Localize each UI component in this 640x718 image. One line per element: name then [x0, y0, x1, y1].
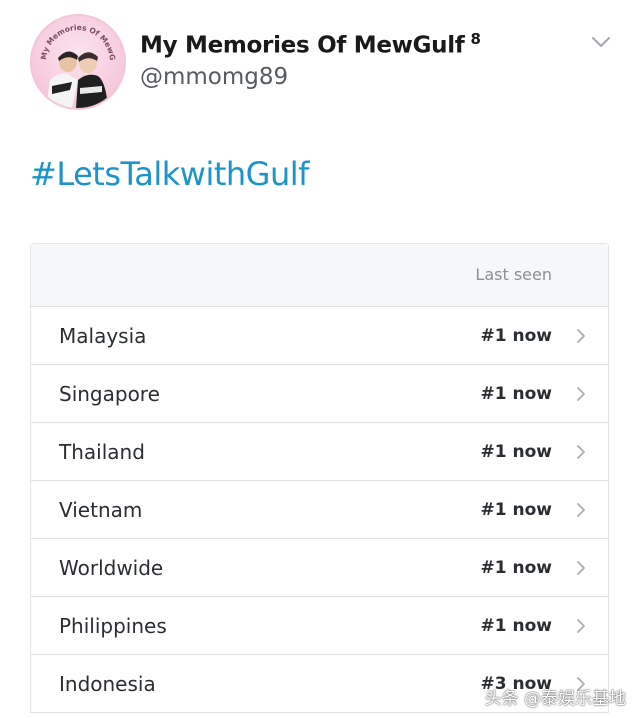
trend-row-vietnam[interactable]: Vietnam #1 now — [31, 481, 608, 539]
trend-country: Thailand — [59, 440, 145, 464]
trend-country: Indonesia — [59, 672, 156, 696]
trend-country: Vietnam — [59, 498, 143, 522]
trend-country: Singapore — [59, 382, 160, 406]
chevron-right-icon — [577, 329, 585, 343]
trend-rank: #1 now — [480, 384, 552, 404]
display-name-text: My Memories Of MewGulf — [140, 32, 465, 59]
chevron-right-icon — [577, 561, 585, 575]
last-seen-label: Last seen — [475, 265, 552, 284]
avatar[interactable]: My Memories Of MewGulf — [30, 14, 126, 110]
chevron-right-icon — [577, 619, 585, 633]
trend-country: Philippines — [59, 614, 167, 638]
trend-country: Worldwide — [59, 556, 164, 580]
trend-rank: #1 now — [480, 500, 552, 520]
trend-row-malaysia[interactable]: Malaysia #1 now — [31, 307, 608, 365]
display-name[interactable]: My Memories Of MewGulf 8 — [140, 30, 481, 59]
trend-row-philippines[interactable]: Philippines #1 now — [31, 597, 608, 655]
name-badge: 8 — [470, 30, 481, 48]
trends-card-header: Last seen — [31, 244, 608, 307]
trend-row-thailand[interactable]: Thailand #1 now — [31, 423, 608, 481]
watermark: 头条 @泰娱乐基地 — [484, 689, 626, 709]
trend-row-worldwide[interactable]: Worldwide #1 now — [31, 539, 608, 597]
avatar-image: My Memories Of MewGulf — [32, 16, 117, 108]
tweet-header: My Memories Of MewGulf My Memories Of Me… — [0, 0, 640, 130]
trend-country: Malaysia — [59, 324, 147, 348]
chevron-down-icon[interactable] — [590, 34, 612, 50]
chevron-right-icon — [577, 503, 585, 517]
chevron-right-icon — [577, 387, 585, 401]
trends-card: Last seen Malaysia #1 now Singapore #1 n… — [30, 243, 609, 713]
trend-rank: #1 now — [480, 558, 552, 578]
trend-rank: #1 now — [480, 326, 552, 346]
chevron-right-icon — [577, 445, 585, 459]
trend-rank: #1 now — [480, 616, 552, 636]
user-handle[interactable]: @mmomg89 — [140, 64, 288, 90]
hashtag-link[interactable]: #LetsTalkwithGulf — [30, 155, 309, 193]
trend-rank: #1 now — [480, 442, 552, 462]
trend-row-singapore[interactable]: Singapore #1 now — [31, 365, 608, 423]
